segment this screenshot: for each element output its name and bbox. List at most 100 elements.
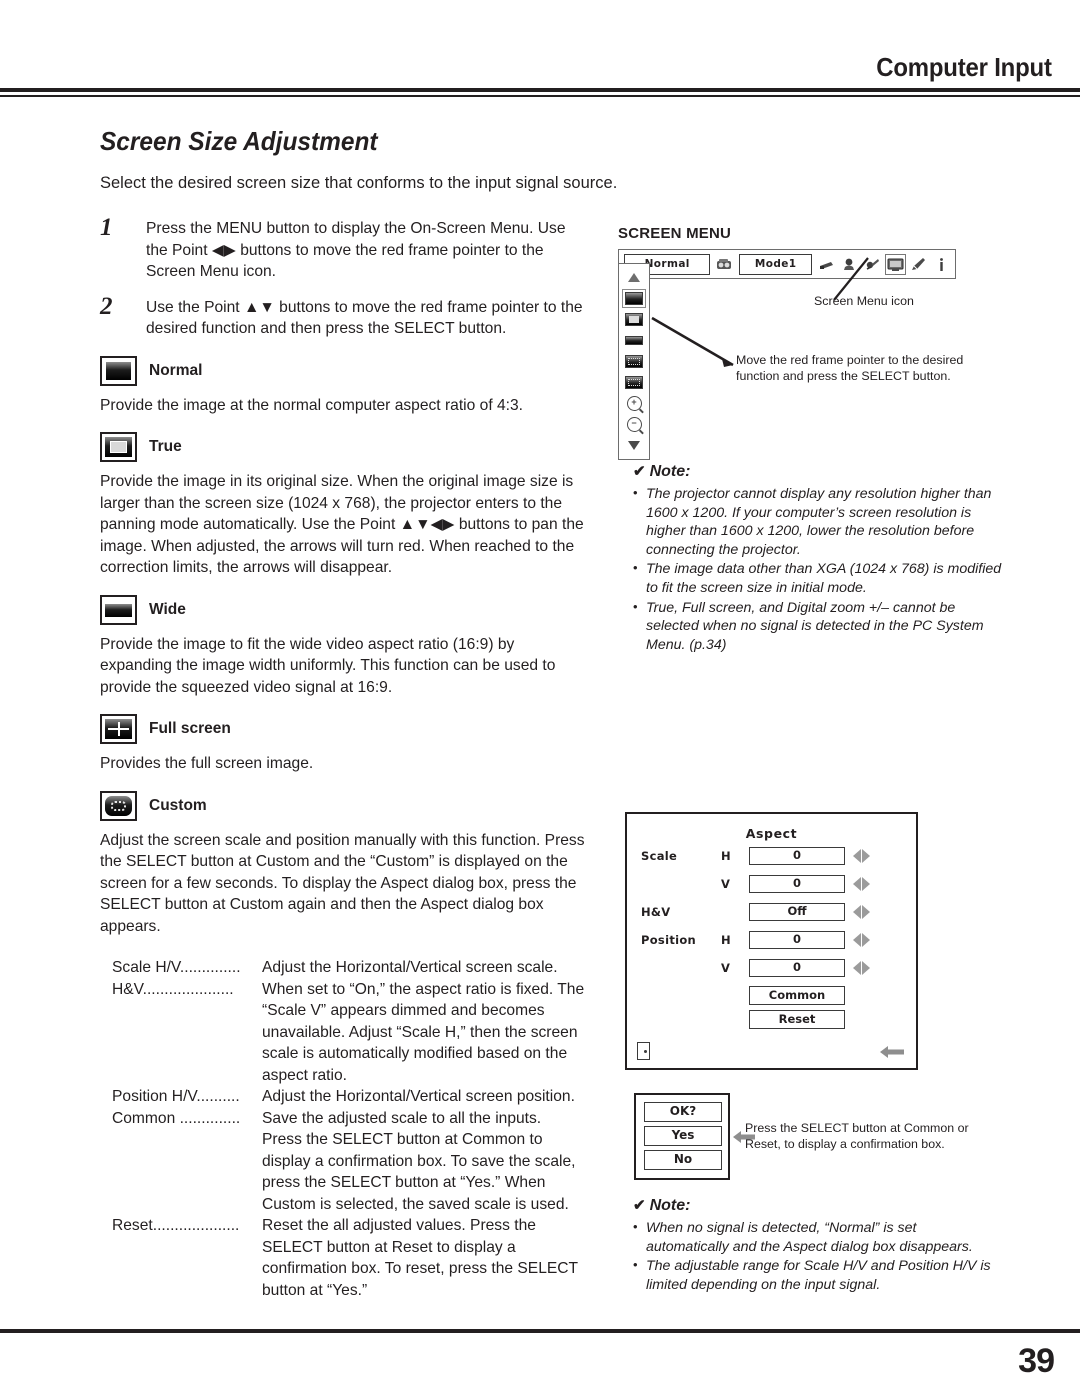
step-2-number: 2: [100, 292, 113, 320]
osd-mode-field[interactable]: Mode1: [739, 253, 812, 275]
step-2-text: Use the Point ▲▼ buttons to move the red…: [146, 298, 583, 338]
feature-normal-head: Normal: [100, 355, 585, 386]
aspect-row-hv: H&V Off: [627, 899, 916, 925]
note-item: The image data other than XGA (1024 x 76…: [633, 559, 1003, 597]
reset-button[interactable]: Reset: [749, 1010, 845, 1029]
definition-description: Adjust the Horizontal/Vertical screen sc…: [262, 959, 558, 976]
yes-button[interactable]: Yes: [644, 1126, 722, 1146]
settings-icon[interactable]: [864, 256, 881, 273]
aspect-dialog: Aspect Scale H 0 V 0 H&V Off Position H …: [625, 812, 918, 1070]
note-block-bottom: ✔ Note: When no signal is detected, “Nor…: [633, 1196, 1003, 1295]
page-header: Computer Input: [0, 0, 1080, 100]
exit-door-icon[interactable]: [637, 1042, 650, 1060]
screen-menu-icon[interactable]: [885, 253, 906, 275]
scale-h-value[interactable]: 0: [749, 847, 845, 865]
section-intro: Select the desired screen size that conf…: [100, 174, 618, 192]
note-item: When no signal is detected, “Normal” is …: [633, 1218, 1003, 1256]
confirmation-caption: Press the SELECT button at Common or Res…: [745, 1121, 969, 1151]
feature-custom-label: Custom: [149, 796, 207, 814]
feature-normal-label: Normal: [149, 361, 203, 379]
position-h-value[interactable]: 0: [749, 931, 845, 949]
zoom-out-icon[interactable]: −: [619, 414, 649, 435]
scale-v-stepper[interactable]: [853, 877, 870, 891]
back-arrow-icon[interactable]: [880, 1044, 904, 1058]
footer-rule: [0, 1329, 1080, 1333]
sidebar-item-custom[interactable]: [619, 372, 649, 393]
feature-wide-head: Wide: [100, 594, 585, 625]
aspect-sublabel: H: [721, 933, 731, 947]
aspect-label: Position: [641, 933, 697, 947]
scale-h-stepper[interactable]: [853, 849, 870, 863]
header-rule-thin: [0, 95, 1080, 97]
aspect-common-row: Common: [627, 986, 916, 1005]
pen-icon[interactable]: [910, 256, 927, 273]
scale-v-value[interactable]: 0: [749, 875, 845, 893]
feature-true: True Provide the image in its original s…: [100, 432, 585, 579]
scroll-down-arrow[interactable]: [619, 435, 649, 456]
info-icon[interactable]: [933, 256, 950, 273]
aspect-sublabel: V: [721, 877, 730, 891]
feature-custom: Custom Adjust the screen scale and posit…: [100, 790, 585, 938]
feature-full-screen-label: Full screen: [149, 720, 231, 737]
check-icon: ✔: [633, 463, 646, 480]
note-item: The projector cannot display any resolut…: [633, 484, 1003, 559]
sidebar-item-wide[interactable]: [619, 330, 649, 351]
aspect-dialog-title: Aspect: [745, 826, 798, 841]
sidebar-item-normal[interactable]: [619, 288, 649, 309]
feature-full-screen: Full screen Provides the full screen ima…: [100, 714, 585, 775]
scroll-up-arrow[interactable]: [619, 267, 649, 288]
left-column: 1 Press the MENU button to display the O…: [100, 214, 585, 1301]
aspect-sublabel: H: [721, 849, 731, 863]
definition-description: When set to “On,” the aspect ratio is fi…: [262, 980, 585, 1084]
feature-wide: Wide Provide the image to fit the wide v…: [100, 594, 585, 699]
check-icon: ✔: [633, 1197, 646, 1214]
aspect-label: Scale: [641, 849, 678, 863]
aspect-row-position-h: Position H 0: [627, 927, 916, 953]
note-bottom-heading-text: Note:: [649, 1197, 691, 1214]
screen-full-icon: [100, 714, 137, 744]
hv-value[interactable]: Off: [749, 903, 845, 921]
hv-stepper[interactable]: [853, 905, 870, 919]
projector-icon[interactable]: [716, 256, 733, 273]
definition-term: Scale H/V..............: [112, 959, 241, 976]
aspect-row-scale-v: V 0: [627, 871, 916, 897]
screen-menu-figure: SCREEN MENU Normal Mode1 + − Screen Menu…: [618, 225, 1018, 460]
position-h-stepper[interactable]: [853, 933, 870, 947]
note-item: True, Full screen, and Digital zoom +/– …: [633, 598, 1003, 655]
definition-term: H&V.....................: [112, 980, 234, 998]
note-item: The adjustable range for Scale H/V and P…: [633, 1256, 1003, 1294]
zoom-in-icon[interactable]: +: [619, 393, 649, 414]
common-button[interactable]: Common: [749, 986, 845, 1005]
note-bottom-heading: ✔ Note:: [633, 1196, 1003, 1215]
feature-wide-label: Wide: [149, 600, 186, 618]
screen-custom-icon: [100, 790, 137, 821]
no-button[interactable]: No: [644, 1150, 722, 1170]
sidebar-item-true[interactable]: [619, 309, 649, 330]
feature-custom-head: Custom: [100, 790, 585, 821]
position-v-value[interactable]: 0: [749, 959, 845, 977]
section-title: Screen Size Adjustment: [100, 126, 378, 156]
screen-wide-icon: [100, 594, 137, 625]
note-top-heading: ✔ Note:: [633, 462, 1003, 481]
page-number: 39: [1018, 1342, 1055, 1380]
feature-custom-body: Adjust the screen scale and position man…: [100, 831, 585, 935]
osd-top-bar: Normal Mode1: [618, 249, 956, 279]
definition-description: Adjust the Horizontal/Vertical screen po…: [262, 1088, 575, 1105]
aspect-label: H&V: [641, 905, 671, 919]
sidebar-item-full-screen[interactable]: [619, 351, 649, 372]
printer-icon[interactable]: [818, 256, 835, 273]
feature-full-screen-head: Full screen: [100, 714, 585, 744]
definition-term: Common ..............: [112, 1109, 241, 1127]
note-bottom-list: When no signal is detected, “Normal” is …: [633, 1218, 1003, 1294]
position-v-stepper[interactable]: [853, 961, 870, 975]
definition-description: Reset the all adjusted values. Press the…: [262, 1217, 578, 1299]
step-1-text: Press the MENU button to display the On-…: [146, 220, 566, 280]
note-top-heading-text: Note:: [649, 463, 691, 480]
note-top-list: The projector cannot display any resolut…: [633, 484, 1003, 655]
definition-term: Position H/V..........: [112, 1088, 240, 1105]
color-adjust-icon[interactable]: [841, 256, 858, 273]
feature-full-screen-body: Provides the full screen image.: [100, 755, 314, 772]
screen-normal-icon: [100, 355, 137, 386]
aspect-sublabel: V: [721, 961, 730, 975]
feature-wide-body: Provide the image to fit the wide video …: [100, 635, 556, 696]
